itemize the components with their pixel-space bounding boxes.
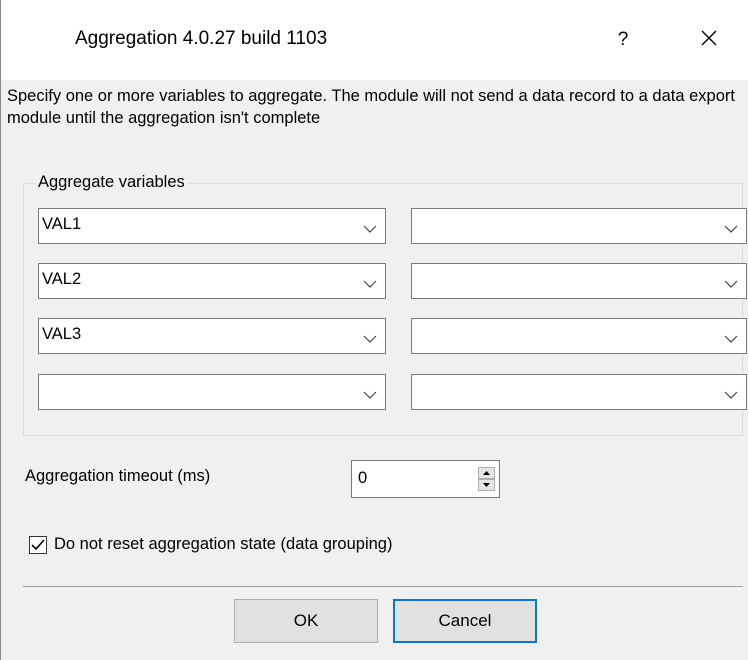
combo-value: VAL2 [42,270,82,288]
chevron-down-icon [363,221,377,239]
aggregate-var-3-left[interactable]: VAL3 [38,318,386,354]
cancel-button[interactable]: Cancel [393,599,537,643]
title-bar: Aggregation 4.0.27 build 1103 ? [1,0,748,80]
timeout-spinbox[interactable]: 0 [351,460,500,498]
no-reset-option[interactable]: Do not reset aggregation state (data gro… [29,535,392,554]
chevron-down-icon [363,387,377,405]
aggregate-var-4-left[interactable] [38,374,386,410]
arrow-down-icon [483,483,490,487]
combo-value: VAL1 [42,215,82,233]
spin-down-button[interactable] [478,479,495,491]
timeout-value: 0 [358,469,368,487]
aggregate-var-2-right[interactable] [411,263,747,299]
chevron-down-icon [363,276,377,294]
combo-value: VAL3 [42,325,82,343]
group-legend: Aggregate variables [35,173,188,192]
aggregation-dialog: Aggregation 4.0.27 build 1103 ? Specify … [0,0,748,660]
aggregate-var-1-left[interactable]: VAL1 [38,208,386,244]
description-text: Specify one or more variables to aggrega… [7,87,735,127]
chevron-down-icon [724,331,738,349]
aggregate-var-2-left[interactable]: VAL2 [38,263,386,299]
aggregate-var-3-right[interactable] [411,318,747,354]
dialog-title: Aggregation 4.0.27 build 1103 [75,28,328,49]
arrow-up-icon [483,471,490,475]
chevron-down-icon [724,276,738,294]
timeout-label: Aggregation timeout (ms) [25,467,211,485]
close-icon [700,29,718,52]
chevron-down-icon [724,221,738,239]
spin-buttons [478,467,495,491]
no-reset-label: Do not reset aggregation state (data gro… [54,535,393,553]
aggregate-var-1-right[interactable] [411,208,747,244]
separator [23,586,743,587]
no-reset-checkbox[interactable] [29,535,47,554]
close-button[interactable] [687,18,731,62]
help-button[interactable]: ? [601,18,645,62]
chevron-down-icon [363,331,377,349]
checkmark-icon [31,538,45,550]
spin-up-button[interactable] [478,467,495,479]
chevron-down-icon [724,387,738,405]
ok-button[interactable]: OK [234,599,378,643]
aggregate-var-4-right[interactable] [411,374,747,410]
